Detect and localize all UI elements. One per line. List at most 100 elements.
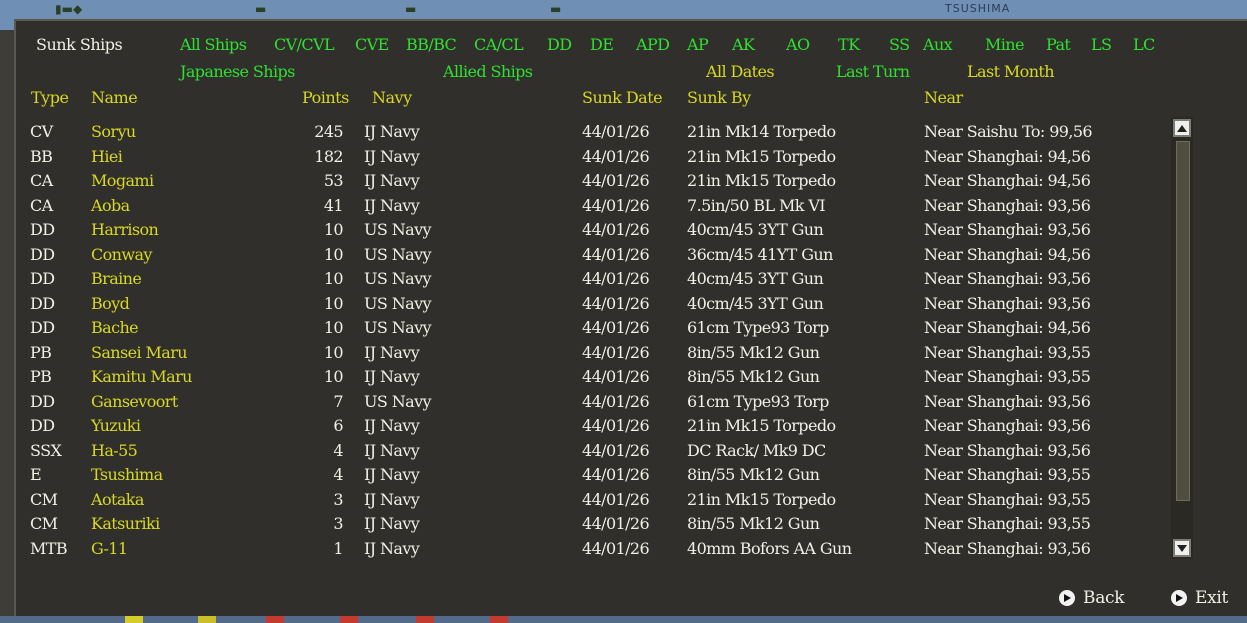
filter-dd[interactable]: DD [547, 35, 572, 54]
table-row[interactable]: PB Kamitu Maru 10 IJ Navy 44/01/26 8in/55 Mk1… [0, 365, 1170, 390]
column-header-sunk-date[interactable]: Sunk Date [582, 88, 663, 107]
filter-ap[interactable]: AP [687, 35, 709, 54]
column-header-sunk-by[interactable]: Sunk By [687, 88, 751, 107]
table-row[interactable]: CV Soryu 245 IJ Navy 44/01/26 21in Mk14 Torpe… [0, 120, 1170, 145]
cell-type: CV [30, 122, 53, 141]
cell-sunk-by: 40cm/45 3YT Gun [687, 220, 824, 239]
column-header-type[interactable]: Type [31, 88, 69, 107]
column-header-navy[interactable]: Navy [372, 88, 412, 107]
filter-last-turn[interactable]: Last Turn [836, 62, 910, 81]
cell-name[interactable]: Boyd [91, 292, 130, 316]
cell-type: PB [30, 367, 52, 386]
filter-ls[interactable]: LS [1091, 35, 1112, 54]
filter-de[interactable]: DE [590, 35, 614, 54]
scroll-up-button[interactable] [1173, 119, 1191, 137]
scroll-down-button[interactable] [1173, 539, 1191, 557]
filter-tk[interactable]: TK [838, 35, 860, 54]
cell-points: 53 [323, 171, 344, 190]
table-row[interactable]: DD Conway 10 US Navy 44/01/26 36cm/45 41YT Gu… [0, 243, 1170, 268]
cell-points: 10 [323, 269, 344, 288]
cell-points: 7 [333, 391, 343, 411]
cell-navy: IJ Navy [364, 122, 420, 141]
cell-name[interactable]: Harrison [91, 218, 159, 242]
cell-type: DD [30, 416, 55, 435]
table-row[interactable]: CA Mogami 53 IJ Navy 44/01/26 21in Mk15 Torpe… [0, 169, 1170, 194]
filter-ss[interactable]: SS [889, 35, 910, 54]
table-row[interactable]: DD Yuzuki 6 IJ Navy 44/01/26 21in Mk15 Torped… [0, 414, 1170, 439]
scrollbar-thumb[interactable] [1176, 141, 1190, 501]
cell-name[interactable]: Yuzuki [91, 414, 141, 438]
filter-cv-cvl[interactable]: CV/CVL [274, 35, 335, 54]
cell-name[interactable]: Braine [91, 267, 142, 291]
cell-name[interactable]: Gansevoort [91, 390, 178, 414]
cell-name[interactable]: Katsuriki [91, 512, 160, 536]
cell-name[interactable]: Kamitu Maru [91, 365, 192, 389]
column-header-near[interactable]: Near [924, 88, 963, 107]
cell-name[interactable]: Soryu [91, 120, 136, 144]
cell-sunk-by: 40mm Bofors AA Gun [687, 538, 852, 558]
cell-points: 3 [333, 489, 343, 509]
table-row[interactable]: BB Hiei 182 IJ Navy 44/01/26 21in Mk15 Torped… [0, 145, 1170, 170]
cell-points: 10 [323, 342, 344, 362]
filter-last-month[interactable]: Last Month [967, 62, 1055, 81]
cell-points: 3 [333, 514, 343, 533]
cell-sunk-date: 44/01/26 [582, 171, 650, 190]
back-button[interactable]: Back [1059, 588, 1125, 608]
cell-name[interactable]: G-11 [91, 537, 128, 561]
cell-near: Near Shanghai: 94,56 [924, 244, 1091, 264]
table-row[interactable]: DD Boyd 10 US Navy 44/01/26 40cm/45 3YT Gun Ne… [0, 292, 1170, 317]
cell-navy: IJ Navy [364, 514, 420, 533]
filter-all-dates[interactable]: All Dates [706, 62, 775, 81]
table-row[interactable]: E Tsushima 4 IJ Navy 44/01/26 8in/55 Mk12 Gun… [0, 463, 1170, 488]
table-row[interactable]: CM Katsuriki 3 IJ Navy 44/01/26 8in/55 Mk12 G… [0, 512, 1170, 537]
cell-name[interactable]: Aotaka [91, 488, 144, 512]
cell-points: 6 [333, 416, 343, 435]
cell-near: Near Shanghai: 93,56 [924, 416, 1091, 435]
filter-ao[interactable]: AO [786, 35, 810, 54]
cell-name[interactable]: Tsushima [91, 463, 163, 487]
cell-name[interactable]: Hiei [91, 145, 123, 169]
filter-apd[interactable]: APD [636, 35, 670, 54]
cell-near: Near Shanghai: 93,55 [924, 489, 1091, 509]
filter-japanese-ships[interactable]: Japanese Ships [180, 62, 295, 81]
filter-ak[interactable]: AK [732, 35, 755, 54]
filter-allied-ships[interactable]: Allied Ships [443, 62, 533, 81]
cell-navy: US Navy [364, 220, 432, 239]
table-row[interactable]: MTB G-11 1 IJ Navy 44/01/26 40mm Bofors AA Gu… [0, 537, 1170, 562]
cell-name[interactable]: Ha-55 [91, 439, 138, 463]
table-row[interactable]: CA Aoba 41 IJ Navy 44/01/26 7.5in/50 BL Mk VI… [0, 194, 1170, 219]
filter-lc[interactable]: LC [1133, 35, 1155, 54]
filter-cve[interactable]: CVE [355, 35, 389, 54]
cell-name[interactable]: Mogami [91, 169, 154, 193]
cell-type: MTB [30, 538, 68, 558]
table-row[interactable]: DD Braine 10 US Navy 44/01/26 40cm/45 3YT Gun… [0, 267, 1170, 292]
table-row[interactable]: PB Sansei Maru 10 IJ Navy 44/01/26 8in/55 Mk1… [0, 341, 1170, 366]
cell-sunk-date: 44/01/26 [582, 318, 650, 337]
cell-type: DD [30, 220, 55, 239]
cell-name[interactable]: Sansei Maru [91, 341, 188, 365]
cell-name[interactable]: Bache [91, 316, 139, 340]
table-row[interactable]: CM Aotaka 3 IJ Navy 44/01/26 21in Mk15 Torped… [0, 488, 1170, 513]
cell-name[interactable]: Aoba [91, 194, 130, 218]
cell-name[interactable]: Conway [91, 243, 152, 267]
filter-all-ships[interactable]: All Ships [180, 35, 247, 54]
column-header-name[interactable]: Name [91, 88, 138, 107]
vertical-scrollbar[interactable] [1171, 117, 1193, 559]
cell-navy: IJ Navy [364, 171, 420, 190]
table-row[interactable]: DD Gansevoort 7 US Navy 44/01/26 61cm Type93 … [0, 390, 1170, 415]
filter-mine[interactable]: Mine [985, 35, 1024, 54]
cell-sunk-by: 8in/55 Mk12 Gun [687, 514, 820, 533]
filter-ca-cl[interactable]: CA/CL [474, 35, 524, 54]
table-row[interactable]: SSX Ha-55 4 IJ Navy 44/01/26 DC Rack/ Mk9 DC N… [0, 439, 1170, 464]
cell-navy: US Navy [364, 244, 432, 264]
filter-pat[interactable]: Pat [1046, 35, 1071, 54]
cell-navy: IJ Navy [364, 146, 420, 166]
triangle-down-icon [1177, 544, 1187, 552]
exit-button[interactable]: Exit [1171, 588, 1228, 608]
filter-bb-bc[interactable]: BB/BC [406, 35, 457, 54]
arrow-right-circle-icon [1171, 590, 1187, 606]
table-row[interactable]: DD Bache 10 US Navy 44/01/26 61cm Type93 Torp… [0, 316, 1170, 341]
filter-aux[interactable]: Aux [923, 35, 953, 54]
table-row[interactable]: DD Harrison 10 US Navy 44/01/26 40cm/45 3YT G… [0, 218, 1170, 243]
column-header-points[interactable]: Points [302, 88, 349, 107]
